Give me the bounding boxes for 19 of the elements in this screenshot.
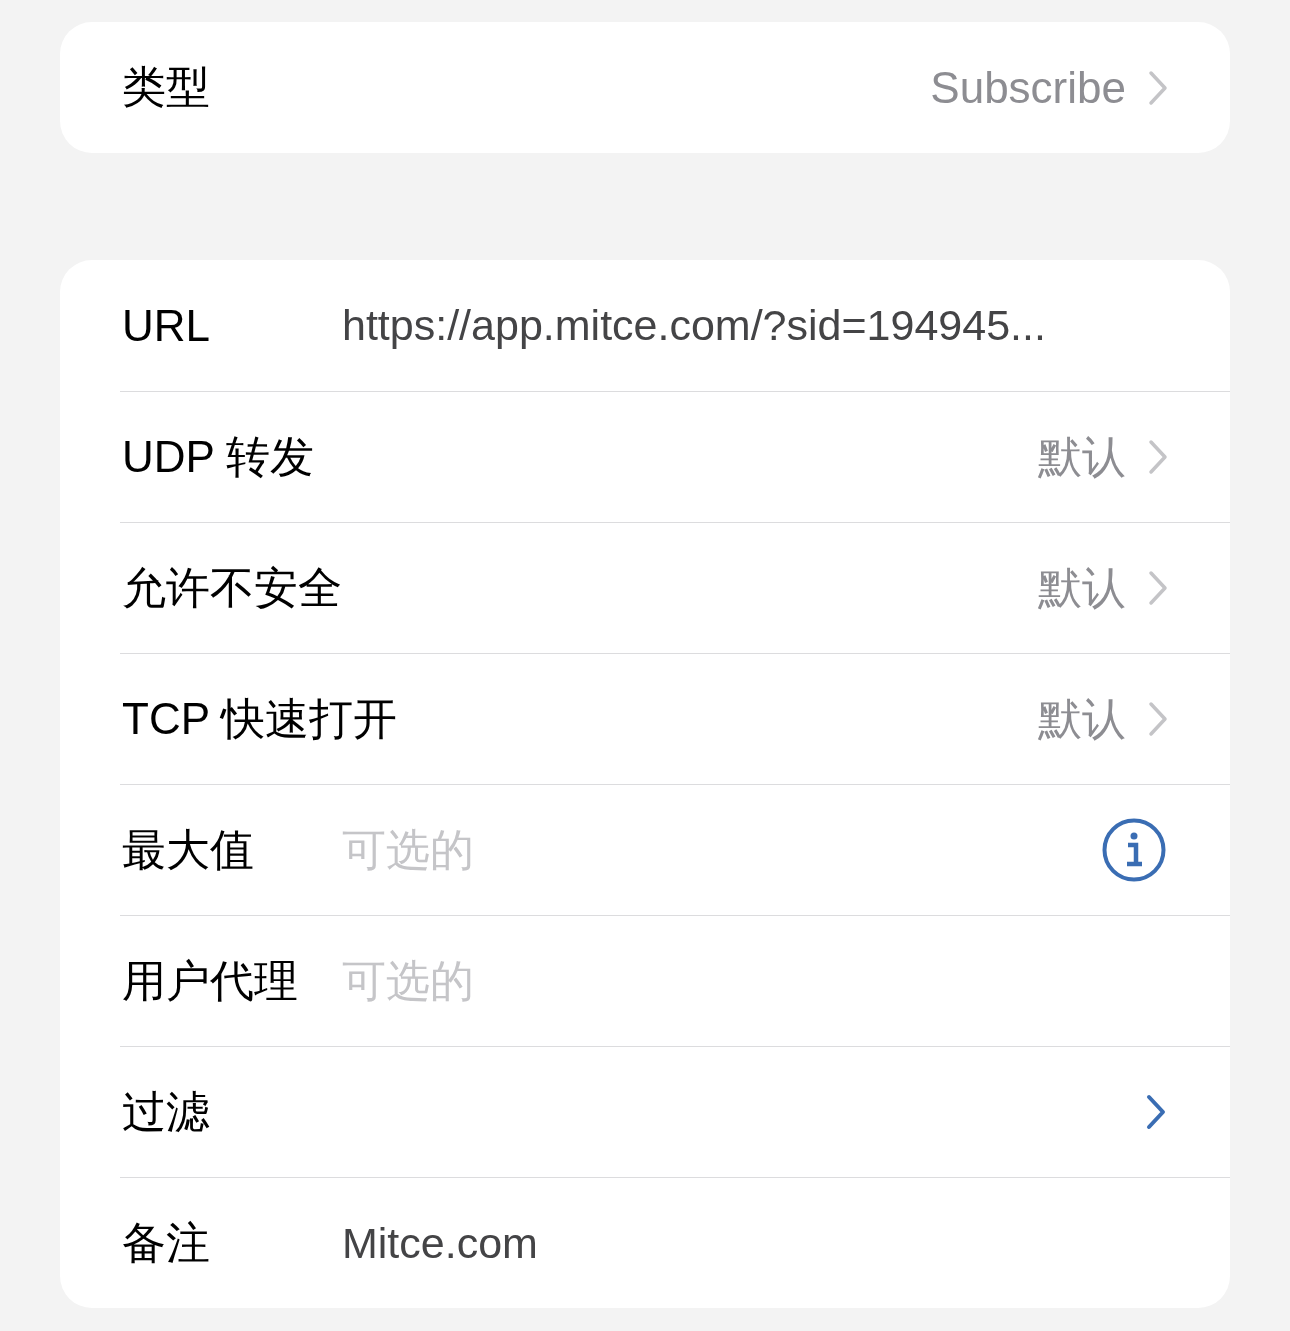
row-label: 用户代理 bbox=[122, 954, 299, 1007]
chevron-icon bbox=[1146, 1094, 1166, 1130]
row-label[interactable]: 允许不安全 bbox=[122, 558, 342, 618]
row-label[interactable]: UDP 转发 bbox=[122, 427, 315, 487]
row-value: https://app.mitce.com/?sid=194945... bbox=[342, 301, 1046, 350]
chevron-icon bbox=[1148, 439, 1168, 475]
row-label[interactable]: TCP 快速打开 bbox=[122, 689, 398, 749]
chevron-icon bbox=[1148, 701, 1168, 737]
row-label[interactable]: 类型 bbox=[122, 58, 210, 117]
chevron-icon bbox=[1148, 570, 1168, 606]
row-label: 备注 bbox=[122, 1216, 211, 1269]
input-field[interactable]: 可选的 bbox=[342, 825, 1102, 875]
row-label: URL bbox=[122, 300, 212, 351]
chevron-icon bbox=[1148, 69, 1168, 106]
row-label: 最大值 bbox=[122, 823, 255, 876]
row-label[interactable]: 过滤 bbox=[122, 1082, 210, 1142]
input-field[interactable]: 可选的 bbox=[342, 956, 1168, 1006]
info-icon[interactable] bbox=[1102, 818, 1166, 882]
row-value: Mitce.com bbox=[342, 1218, 538, 1268]
